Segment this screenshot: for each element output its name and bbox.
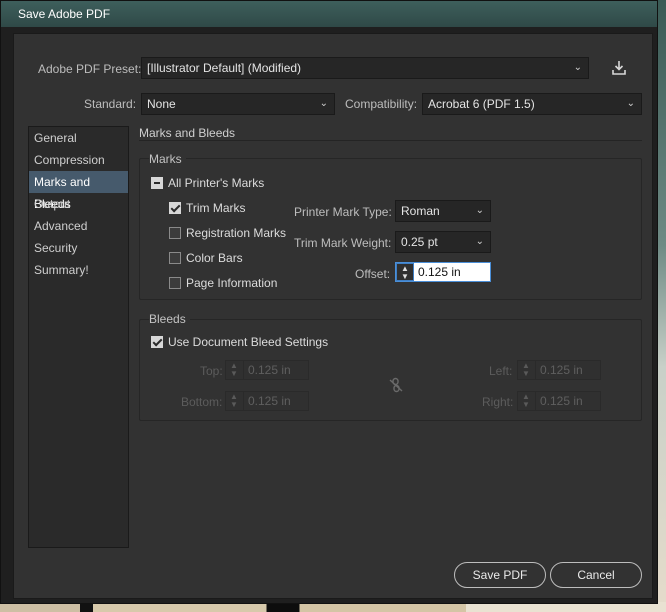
trim-marks-label: Trim Marks (186, 201, 246, 215)
bleed-top-stepper[interactable]: ▲ ▼ 0.125 in (225, 360, 309, 380)
sidebar-item-security[interactable]: Security (29, 237, 128, 259)
save-pdf-dialog: Save Adobe PDF Adobe PDF Preset: [Illust… (0, 0, 658, 604)
chevron-down-icon: ⌄ (475, 205, 484, 216)
sidebar-item-output[interactable]: Output (29, 193, 128, 215)
sidebar-item-compression[interactable]: Compression (29, 149, 128, 171)
bleed-left-arrows: ▲ ▼ (518, 361, 536, 379)
offset-stepper[interactable]: ▲ ▼ 0.125 in (395, 262, 491, 282)
bleed-bottom-value: 0.125 in (248, 394, 291, 408)
bleed-bottom-stepper[interactable]: ▲ ▼ 0.125 in (225, 391, 309, 411)
bleed-left-label: Left: (489, 364, 513, 378)
standard-value: None (147, 97, 176, 111)
chevron-down-icon: ⌄ (319, 98, 328, 109)
bleed-bottom-label: Bottom: (181, 395, 223, 409)
bleed-right-value: 0.125 in (540, 394, 583, 408)
bleed-top-value: 0.125 in (248, 363, 291, 377)
trim-mark-weight-label: Trim Mark Weight: (294, 236, 392, 250)
trim-mark-weight-value: 0.25 pt (401, 235, 438, 249)
cancel-button[interactable]: Cancel (550, 562, 642, 588)
bleed-right-label: Right: (482, 395, 514, 409)
chevron-down-icon: ▼ (230, 400, 238, 409)
offset-stepper-arrows[interactable]: ▲ ▼ (396, 263, 414, 281)
page-information-checkbox[interactable] (169, 277, 181, 289)
standard-dropdown[interactable]: None ⌄ (141, 93, 335, 115)
bleed-left-stepper[interactable]: ▲ ▼ 0.125 in (517, 360, 601, 380)
trim-mark-weight-dropdown[interactable]: 0.25 pt ⌄ (395, 231, 491, 253)
chevron-down-icon: ▼ (522, 369, 530, 378)
use-document-bleed-checkbox[interactable] (151, 336, 163, 348)
marks-group-title: Marks (149, 152, 186, 166)
download-icon (612, 61, 626, 75)
dialog-client: Adobe PDF Preset: [Illustrator Default] … (13, 33, 653, 599)
trim-marks-checkbox[interactable] (169, 202, 181, 214)
bleed-top-label: Top: (200, 364, 223, 378)
category-sidebar: General Compression Marks and Bleeds Out… (28, 126, 129, 548)
printer-mark-type-dropdown[interactable]: Roman ⌄ (395, 200, 491, 222)
standard-label: Standard: (84, 97, 137, 111)
bleed-bottom-arrows: ▲ ▼ (226, 392, 244, 410)
color-bars-label: Color Bars (186, 251, 243, 265)
use-document-bleed-label: Use Document Bleed Settings (168, 335, 329, 349)
registration-marks-label: Registration Marks (186, 226, 287, 240)
bleed-right-stepper[interactable]: ▲ ▼ 0.125 in (517, 391, 601, 411)
offset-value: 0.125 in (418, 265, 461, 279)
section-title: Marks and Bleeds (139, 126, 236, 140)
sidebar-item-marks-and-bleeds[interactable]: Marks and Bleeds (29, 171, 128, 211)
printer-mark-type-label: Printer Mark Type: (294, 205, 392, 219)
preset-value: [Illustrator Default] (Modified) (147, 61, 302, 75)
chevron-down-icon: ⌄ (573, 62, 582, 73)
all-printers-marks-checkbox[interactable] (151, 177, 163, 189)
all-printers-marks-label: All Printer's Marks (168, 176, 265, 190)
title-bar[interactable]: Save Adobe PDF (1, 1, 657, 27)
preset-label: Adobe PDF Preset: (38, 62, 142, 76)
page-information-label: Page Information (186, 276, 278, 290)
chevron-down-icon: ⌄ (475, 236, 484, 247)
bleed-left-value: 0.125 in (540, 363, 583, 377)
registration-marks-checkbox[interactable] (169, 227, 181, 239)
color-bars-checkbox[interactable] (169, 252, 181, 264)
sidebar-item-summary[interactable]: Summary! (29, 259, 128, 281)
sidebar-item-general[interactable]: General (29, 127, 128, 149)
chevron-down-icon: ⌄ (626, 98, 635, 109)
bleed-right-arrows: ▲ ▼ (518, 392, 536, 410)
section-divider (139, 140, 642, 141)
preset-dropdown[interactable]: [Illustrator Default] (Modified) ⌄ (141, 57, 589, 79)
compatibility-dropdown[interactable]: Acrobat 6 (PDF 1.5) ⌄ (422, 93, 642, 115)
bleeds-group-title: Bleeds (149, 312, 190, 326)
compatibility-label: Compatibility: (345, 97, 418, 111)
chevron-down-icon: ▼ (401, 272, 409, 281)
link-bleeds-button[interactable] (388, 377, 404, 393)
save-pdf-button[interactable]: Save PDF (454, 562, 546, 588)
chevron-down-icon: ▼ (230, 369, 238, 378)
printer-mark-type-value: Roman (401, 204, 440, 218)
save-preset-button[interactable] (608, 57, 630, 79)
sidebar-item-advanced[interactable]: Advanced (29, 215, 128, 237)
compatibility-value: Acrobat 6 (PDF 1.5) (428, 97, 535, 111)
bleed-top-arrows: ▲ ▼ (226, 361, 244, 379)
window-title: Save Adobe PDF (18, 7, 111, 21)
chevron-down-icon: ▼ (522, 400, 530, 409)
offset-label: Offset: (355, 267, 391, 281)
broken-link-icon (389, 377, 403, 393)
